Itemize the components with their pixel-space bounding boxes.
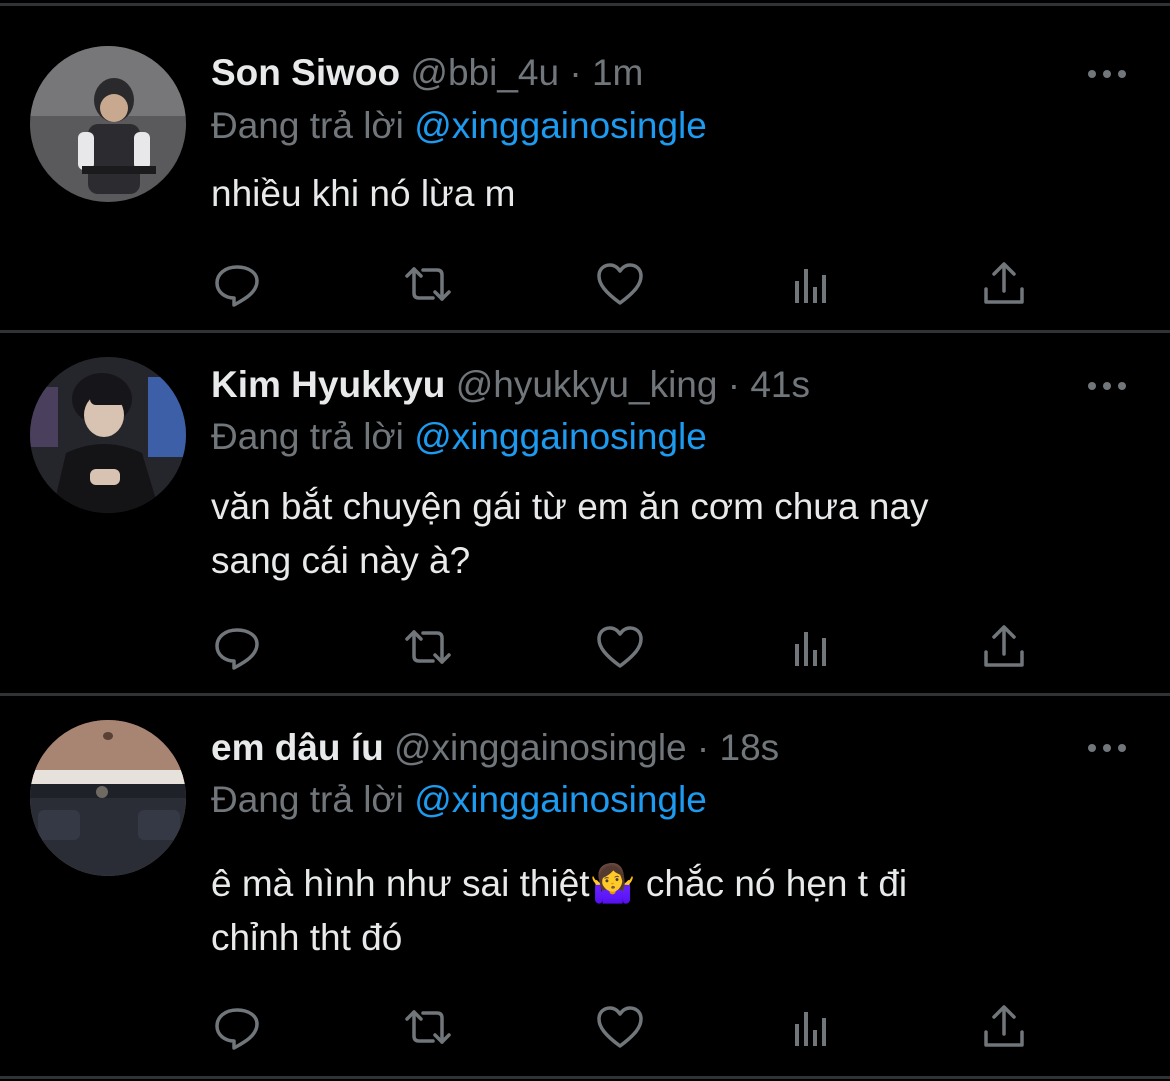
action-bar [212, 622, 1032, 672]
timestamp[interactable]: 1m [592, 52, 643, 93]
reply-mention-link[interactable]: @xinggainosingle [414, 779, 707, 820]
tweet-text-line: nhiều khi nó lừa m [211, 173, 516, 214]
like-icon[interactable] [595, 259, 645, 309]
avatar[interactable] [30, 720, 186, 876]
more-icon[interactable] [1086, 64, 1128, 84]
tweet-2[interactable]: Kim Hyukkyu @hyukkyu_king · 41s Đang trả… [0, 333, 1170, 693]
tweet-text-line: văn bắt chuyện gái từ em ăn cơm chưa nay [211, 486, 929, 527]
views-icon[interactable] [787, 259, 837, 309]
tweet-text: ê mà hình như sai thiệt🤷‍♀️ chắc nó hẹn … [211, 857, 1111, 965]
tweet-3[interactable]: em dâu íu @xinggainosingle · 18s Đang tr… [0, 696, 1170, 1081]
like-icon[interactable] [595, 622, 645, 672]
share-icon[interactable] [979, 259, 1029, 309]
replying-to: Đang trả lời @xinggainosingle [211, 778, 707, 822]
reply-icon[interactable] [212, 259, 262, 309]
share-icon[interactable] [979, 622, 1029, 672]
reply-mention-link[interactable]: @xinggainosingle [414, 105, 707, 146]
tweet-1[interactable]: Son Siwoo @bbi_4u · 1m Đang trả lời @xin… [0, 0, 1170, 330]
tweet-text: văn bắt chuyện gái từ em ăn cơm chưa nay… [211, 480, 1111, 588]
like-icon[interactable] [595, 1002, 645, 1052]
separator: · [727, 364, 741, 405]
reply-mention-link[interactable]: @xinggainosingle [414, 416, 707, 457]
timestamp[interactable]: 18s [720, 727, 780, 768]
display-name[interactable]: em dâu íu [211, 727, 384, 768]
more-icon[interactable] [1086, 738, 1128, 758]
views-icon[interactable] [787, 622, 837, 672]
display-name[interactable]: Son Siwoo [211, 52, 400, 93]
tweet-text-line: sang cái này à? [211, 540, 471, 581]
tweet-header: Son Siwoo @bbi_4u · 1m [211, 51, 643, 95]
tweet-header: em dâu íu @xinggainosingle · 18s [211, 726, 779, 770]
display-name[interactable]: Kim Hyukkyu [211, 364, 445, 405]
more-icon[interactable] [1086, 376, 1128, 396]
replying-label: Đang trả lời [211, 416, 404, 457]
share-icon[interactable] [979, 1002, 1029, 1052]
action-bar [212, 259, 1032, 309]
reply-icon[interactable] [212, 622, 262, 672]
views-icon[interactable] [787, 1002, 837, 1052]
handle[interactable]: @hyukkyu_king [456, 364, 718, 405]
retweet-icon[interactable] [403, 1002, 453, 1052]
timestamp[interactable]: 41s [750, 364, 810, 405]
tweet-text-line: chỉnh tht đó [211, 917, 403, 958]
action-bar [212, 1002, 1032, 1052]
separator: · [569, 52, 582, 93]
handle[interactable]: @bbi_4u [410, 52, 559, 93]
replying-to: Đang trả lời @xinggainosingle [211, 104, 707, 148]
retweet-icon[interactable] [403, 622, 453, 672]
avatar[interactable] [30, 46, 186, 202]
tweet-text: nhiều khi nó lừa m [211, 167, 1111, 221]
retweet-icon[interactable] [403, 259, 453, 309]
bottom-divider [0, 1076, 1170, 1079]
replying-label: Đang trả lời [211, 105, 404, 146]
avatar[interactable] [30, 357, 186, 513]
replying-label: Đang trả lời [211, 779, 404, 820]
tweet-text-line: ê mà hình như sai thiệt🤷‍♀️ chắc nó hẹn … [211, 863, 908, 904]
replying-to: Đang trả lời @xinggainosingle [211, 415, 707, 459]
handle[interactable]: @xinggainosingle [394, 727, 687, 768]
separator: · [696, 727, 710, 768]
reply-icon[interactable] [212, 1002, 262, 1052]
tweet-header: Kim Hyukkyu @hyukkyu_king · 41s [211, 363, 810, 407]
